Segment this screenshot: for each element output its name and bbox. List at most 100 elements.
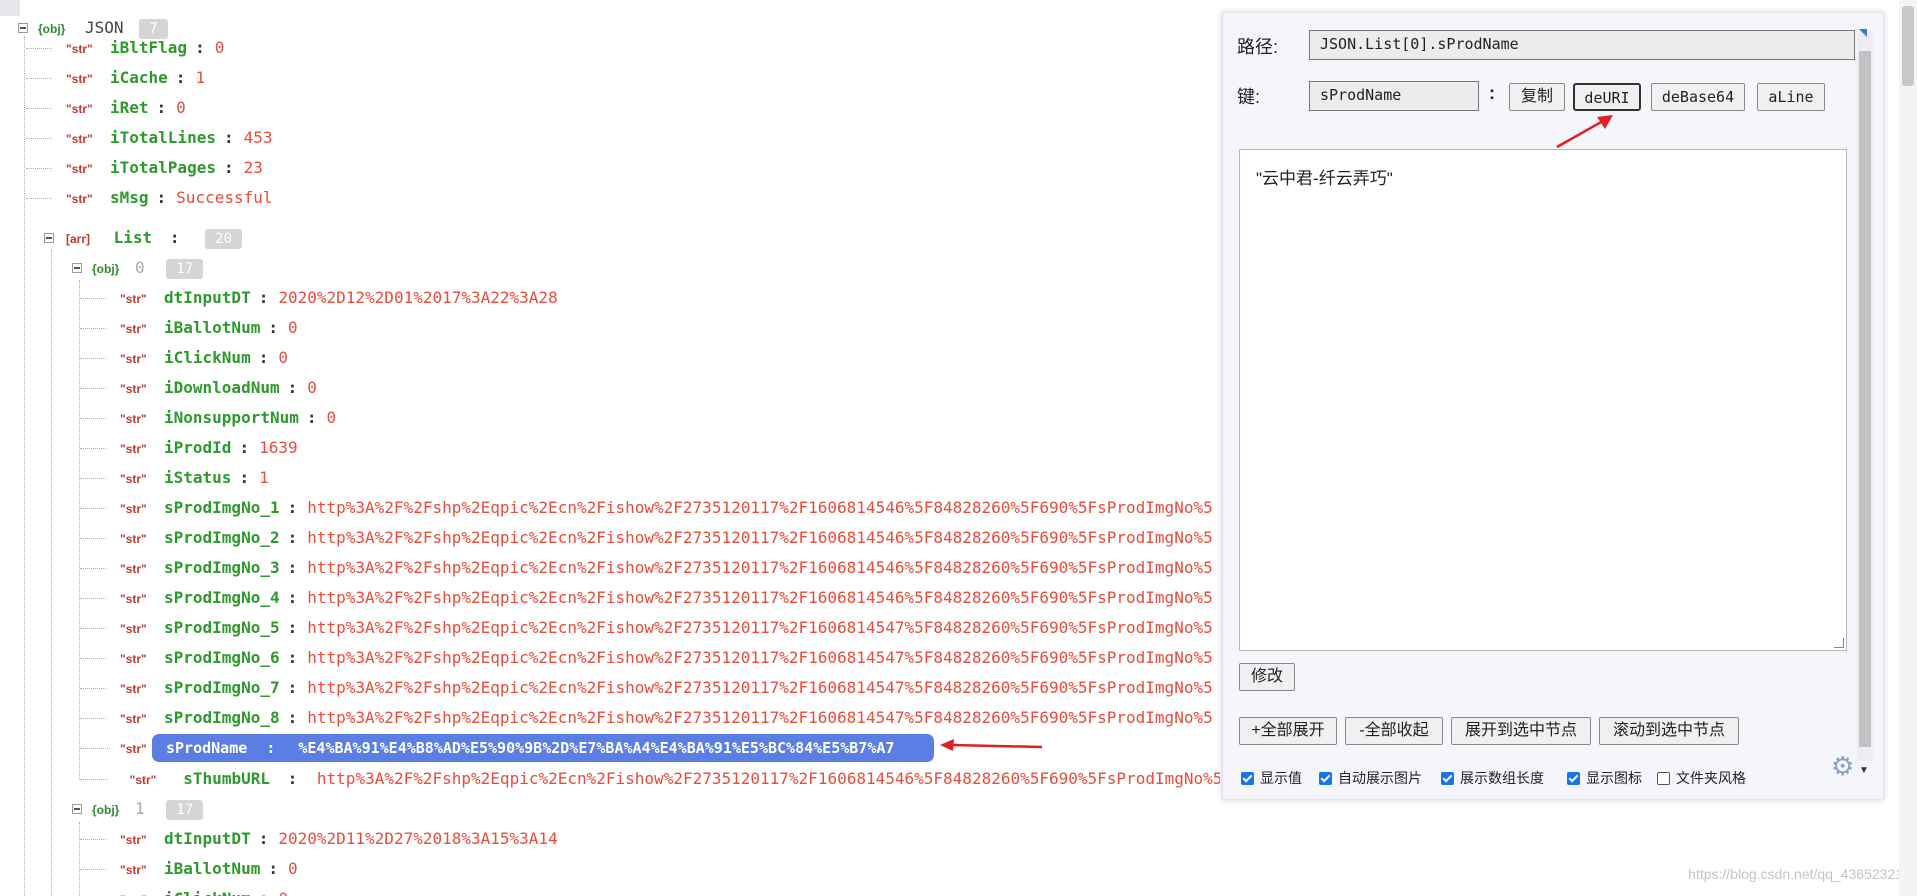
key-colon: :: [287, 378, 298, 397]
tree-value: 2020%2D11%2D27%2018%3A15%3A14: [278, 829, 558, 848]
str-type-badge: "str": [120, 652, 147, 666]
tree-row[interactable]: "str" iBallotNum:0: [80, 313, 298, 343]
tree-row[interactable]: "str" iCache:1: [26, 63, 205, 93]
tree-row[interactable]: "str" iTotalLines:453: [26, 123, 273, 153]
tree-row[interactable]: "str" iRet:0: [26, 93, 186, 123]
tree-guide: [80, 328, 106, 329]
chevron-down-icon[interactable]: ▼: [1859, 765, 1869, 776]
tree-row[interactable]: "str" sProdImgNo_4: http%3A%2F%2Fshp%2Eqpi…: [80, 583, 1213, 613]
key-colon: :: [268, 859, 278, 878]
checkbox-icon[interactable]: [1319, 772, 1332, 785]
scroll-to-selected-button[interactable]: 滚动到选中节点: [1599, 717, 1739, 745]
key-colon: :: [287, 498, 298, 517]
option-checkbox[interactable]: 文件夹风格: [1657, 769, 1746, 787]
expand-all-button[interactable]: +全部展开: [1239, 717, 1337, 745]
tree-key: sProdImgNo_7: [164, 678, 280, 697]
panel-scrollbar[interactable]: [1857, 31, 1873, 761]
tree-guide: [80, 779, 108, 780]
tree-row[interactable]: "str" sProdImgNo_2: http%3A%2F%2Fshp%2Eqpi…: [80, 523, 1213, 553]
page-scrollbar-thumb[interactable]: [1902, 6, 1914, 86]
deuri-button[interactable]: deURI: [1573, 83, 1641, 111]
tree-row[interactable]: "str" sProdImgNo_1: http%3A%2F%2Fshp%2Eqpi…: [80, 493, 1213, 523]
tree-row[interactable]: "str" iBltFlag:0: [26, 33, 224, 63]
selected-node-sprodname[interactable]: sProdName : %E4%BA%91%E4%B8%AD%E5%90%9B%…: [152, 734, 934, 762]
key-colon: :: [258, 288, 269, 307]
str-type-badge: "str": [129, 773, 157, 787]
tree-row[interactable]: "str" sMsg: Successful: [26, 183, 273, 213]
str-type-badge: "str": [120, 885, 164, 896]
tree-key: List: [113, 228, 153, 247]
tree-key: sProdImgNo_6: [164, 648, 280, 667]
tree-row-list[interactable]: [arr] List : 20: [44, 223, 242, 253]
str-type-badge: "str": [120, 322, 147, 336]
collapse-toggle-icon[interactable]: [44, 233, 54, 243]
tree-row[interactable]: "str" sProdImgNo_6: http%3A%2F%2Fshp%2Eqpi…: [80, 643, 1213, 673]
tree-value: 0: [176, 98, 186, 117]
str-type-badge: "str": [120, 712, 147, 726]
str-type-badge: "str": [120, 292, 147, 306]
tree-row-item-0[interactable]: {obj} 0 17: [72, 253, 204, 283]
tree-value: 0: [287, 859, 298, 878]
str-type-badge: "str": [120, 382, 147, 396]
tree-row[interactable]: "str"iClickNum:0: [80, 343, 288, 373]
path-field[interactable]: JSON.List[0].sProdName: [1309, 30, 1855, 60]
panel-scrollbar-thumb[interactable]: [1859, 51, 1871, 747]
tree-row[interactable]: "str" iProdId:1639: [80, 433, 298, 463]
collapse-toggle-icon[interactable]: [72, 263, 82, 273]
tree-value: 0: [326, 408, 337, 427]
option-checkbox[interactable]: 显示图标: [1567, 769, 1642, 787]
tree-value: http%3A%2F%2Fshp%2Eqpic%2Ecn%2Fishow%2F2…: [307, 558, 1213, 577]
tree-row[interactable]: "str" dtInputDT:2020%2D11%2D27%2018%3A15%…: [80, 824, 558, 854]
checkbox-icon[interactable]: [1441, 772, 1454, 785]
modify-button[interactable]: 修改: [1239, 663, 1295, 691]
tree-row[interactable]: "str" dtInputDT:2020%2D12%2D01%2017%3A22%…: [80, 283, 558, 313]
page-scrollbar[interactable]: [1899, 0, 1917, 896]
resize-handle-icon[interactable]: [1834, 638, 1844, 648]
tree-value: 2020%2D12%2D01%2017%3A22%3A28: [278, 288, 558, 307]
checkbox-icon[interactable]: [1241, 772, 1254, 785]
tree-row[interactable]: "str" iTotalPages:23: [26, 153, 263, 183]
collapse-toggle-icon[interactable]: [18, 23, 28, 33]
tree-guide: [80, 568, 106, 569]
str-type-badge: "str": [120, 682, 147, 696]
tree-row[interactable]: "str" iStatus:1: [80, 463, 269, 493]
checkbox-icon[interactable]: [1657, 772, 1670, 785]
option-checkbox[interactable]: 自动展示图片: [1319, 769, 1422, 787]
value-textarea[interactable]: "云中君-纤云弄巧": [1239, 149, 1847, 651]
tree-row[interactable]: "str" sProdImgNo_8: http%3A%2F%2Fshp%2Eqpi…: [80, 703, 1213, 733]
tree-row[interactable]: "str" sProdImgNo_7: http%3A%2F%2Fshp%2Eqpi…: [80, 673, 1213, 703]
tree-row[interactable]: "str" iNonsupportNum:0: [80, 403, 336, 433]
str-type-badge: "str": [66, 72, 93, 86]
child-count-badge: 20: [205, 228, 242, 249]
tree-guide: [51, 250, 52, 896]
key-colon: :: [258, 348, 269, 367]
array-index: 1: [134, 799, 145, 818]
option-checkbox[interactable]: 显示值: [1241, 769, 1302, 787]
collapse-toggle-icon[interactable]: [72, 804, 82, 814]
copy-button[interactable]: 复制: [1509, 83, 1565, 111]
child-count-badge: 17: [166, 799, 204, 820]
gear-icon[interactable]: ⚙: [1831, 751, 1854, 782]
key-colon: :: [287, 528, 298, 547]
tree-row-sthumburl[interactable]: "str" sThumbURL : http%3A%2F%2Fshp%2Eqpi…: [80, 764, 1220, 794]
tree-key: iProdId: [164, 438, 232, 457]
tree-value: 1: [195, 68, 206, 87]
tree-guide: [24, 36, 25, 896]
tree-key: sProdImgNo_1: [164, 498, 280, 517]
tree-row[interactable]: "str" sProdImgNo_3: http%3A%2F%2Fshp%2Eqpi…: [80, 553, 1213, 583]
option-checkbox[interactable]: 展示数组长度: [1441, 769, 1544, 787]
tree-row[interactable]: "str" iDownloadNum:0: [80, 373, 317, 403]
tree-row[interactable]: "str" sProdImgNo_5: http%3A%2F%2Fshp%2Eqpi…: [80, 613, 1213, 643]
aline-button[interactable]: aLine: [1757, 83, 1825, 111]
tree-guide: [26, 168, 52, 169]
debase64-button[interactable]: deBase64: [1651, 83, 1745, 111]
tree-guide: [80, 388, 106, 389]
collapse-all-button[interactable]: -全部收起: [1345, 717, 1443, 745]
str-type-badge: "str": [66, 102, 93, 116]
tree-row[interactable]: "str" iBallotNum:0: [80, 854, 298, 884]
expand-to-selected-button[interactable]: 展开到选中节点: [1451, 717, 1591, 745]
checkbox-icon[interactable]: [1567, 772, 1580, 785]
tree-row[interactable]: "str"iClickNum:0: [80, 884, 288, 896]
tree-row-item-1[interactable]: {obj} 1 17: [72, 794, 204, 824]
key-field[interactable]: sProdName: [1309, 81, 1479, 111]
